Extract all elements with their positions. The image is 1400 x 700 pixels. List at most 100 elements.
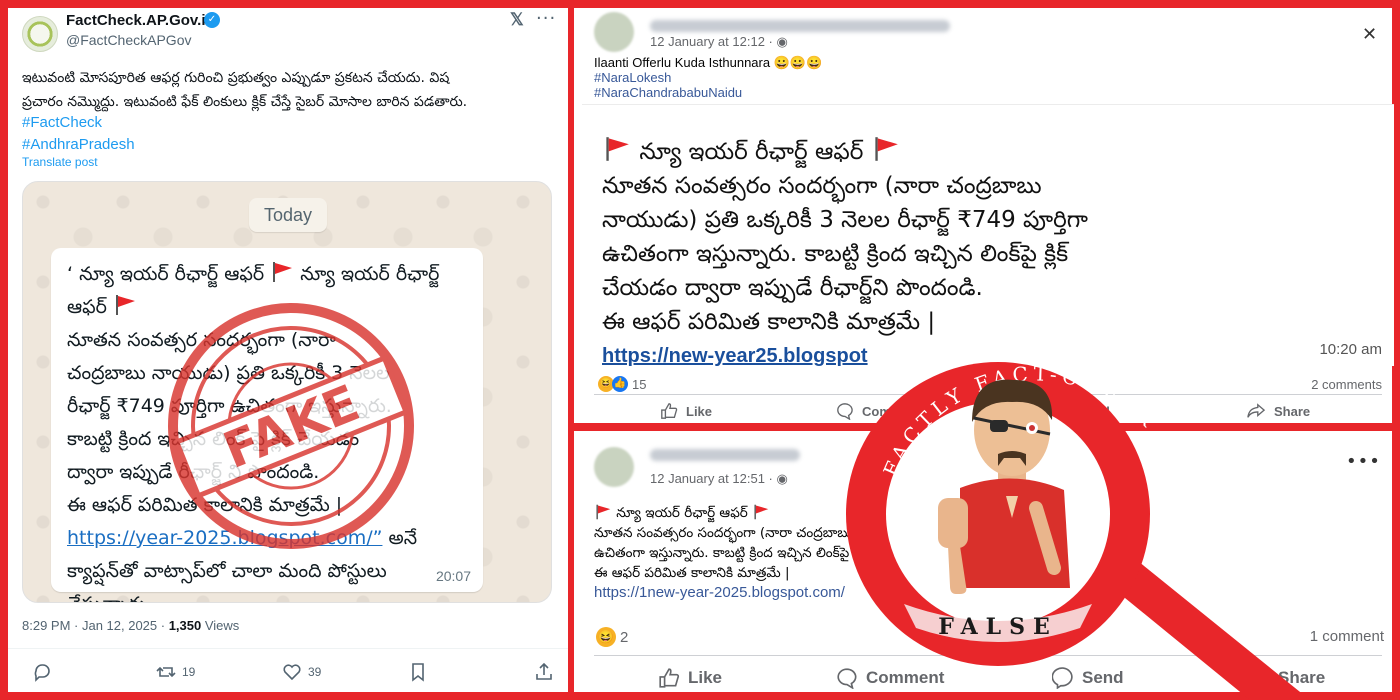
- globe-icon: ◉: [776, 34, 788, 49]
- comments-count[interactable]: 2 comments: [1311, 377, 1382, 392]
- avatar[interactable]: [594, 12, 634, 52]
- post-text-line: ఇటువంటి మోసపూరిత ఆఫర్ల గురించి ప్రభుత్వం…: [22, 70, 450, 86]
- share-arrow-icon: [1247, 403, 1266, 418]
- hashtag-link[interactable]: #FactCheck: [22, 114, 102, 131]
- reply-icon: [34, 664, 50, 682]
- blurred-author-name: [650, 20, 950, 32]
- account-avatar[interactable]: [22, 16, 58, 52]
- reaction-count: 15: [632, 376, 647, 392]
- message-line: రీఛార్జ్ ₹749 పూర్తిగా ఉచితంగా ఇస్తున్నా…: [67, 395, 392, 417]
- post-meta: 8:29 PM · Jan 12, 2025 · 1,350 Views: [22, 618, 239, 633]
- red-flag-icon: [270, 261, 294, 283]
- verified-badge-icon: ✓: [204, 12, 220, 28]
- post-line: ఉచితంగా ఇస్తున్నారు. కాబట్టి క్రింద ఇచ్చ…: [594, 545, 1096, 561]
- haha-reaction-icon: 😆: [596, 627, 616, 647]
- translate-post-link[interactable]: Translate post: [22, 155, 98, 169]
- views-label: Views: [201, 618, 240, 633]
- divider: [594, 655, 1382, 656]
- post-date[interactable]: 12 January at 12:51 · ◉: [650, 471, 788, 487]
- share-button[interactable]: [534, 662, 554, 682]
- like-reaction-icon: 👍: [612, 376, 628, 392]
- message-title-text: ‘ న్యూ ఇయర్ రీఛార్జ్ ఆఫర్: [67, 263, 271, 285]
- post-text: ఇటువంటి మోసపూరిత ఆఫర్ల గురించి ప్రభుత్వం…: [22, 66, 558, 114]
- comments-count[interactable]: 1 comment: [1310, 628, 1384, 645]
- facebook-post: 12 January at 12:12 · ◉ ✕ Ilaanti Offerl…: [574, 8, 1394, 423]
- comment-button[interactable]: Comment: [836, 402, 922, 420]
- x-logo-icon: 𝕏: [510, 10, 524, 29]
- post-image[interactable]: న్యూ ఇయర్ రీఛార్జ్ ఆఫర్ నూతన సంవత్సరం సం…: [582, 104, 1394, 367]
- post-text: న్యూ ఇయర్ రీఛార్జ్ ఆఫర్ నూతన సంవత్సరం సం…: [594, 503, 1354, 603]
- red-flag-icon: [752, 504, 770, 520]
- send-button[interactable]: Send: [1052, 667, 1124, 689]
- account-name[interactable]: FactCheck.AP.Gov.in: [66, 12, 215, 29]
- image-line: నాయుడు) ప్రతి ఒక్కరికీ 3 నెలల రీఛార్జ్ ₹…: [602, 207, 1088, 233]
- post-title: న్యూ ఇయర్ రీఛార్జ్ ఆఫర్: [594, 503, 1354, 523]
- comment-icon: [837, 668, 857, 689]
- share-button[interactable]: Share: [1246, 667, 1325, 689]
- image-line: నూతన సంవత్సరం సందర్భంగా (నారా చంద్రబాబు: [602, 173, 1042, 199]
- reply-button[interactable]: [32, 662, 52, 682]
- share-label: Share: [1274, 403, 1311, 419]
- messenger-icon: [1052, 667, 1073, 689]
- image-time: 10:20 am: [1319, 341, 1382, 358]
- share-button[interactable]: Share: [1246, 402, 1310, 420]
- repost-count: 19: [182, 665, 196, 679]
- more-options-icon[interactable]: •••: [1346, 451, 1381, 472]
- post-date[interactable]: 12 January at 12:12 · ◉: [650, 34, 788, 50]
- post-actions: 19 39: [8, 658, 568, 688]
- thumbs-up-icon: [659, 668, 680, 688]
- share-arrow-icon: [1247, 668, 1270, 687]
- messenger-icon: [1052, 402, 1069, 420]
- image-line: ఈ ఆఫర్ పరిమిత కాలానికి మాత్రమే |: [602, 309, 936, 335]
- red-flag-icon: [113, 294, 137, 316]
- comment-button[interactable]: Comment: [836, 667, 944, 689]
- thumbs-up-icon: [661, 403, 678, 419]
- message-line: నూతన సంవత్సర సందర్భంగా (నారా: [67, 329, 336, 351]
- red-flag-icon: [594, 504, 612, 520]
- hashtag-link[interactable]: #AndhraPradesh: [22, 136, 135, 153]
- repost-button[interactable]: 19: [156, 662, 195, 682]
- post-link[interactable]: https://1new-year-2025.blogspot.com/: [594, 583, 1354, 603]
- hashtag-link[interactable]: #NaraLokesh: [594, 70, 671, 85]
- post-timestamp[interactable]: 8:29 PM · Jan 12, 2025 ·: [22, 618, 169, 633]
- comment-label: Comment: [866, 668, 945, 687]
- image-text: న్యూ ఇయర్ రీఛార్జ్ ఆఫర్ నూతన సంవత్సరం సం…: [602, 135, 1392, 373]
- account-handle[interactable]: @FactCheckAPGov: [66, 32, 191, 48]
- post-date-text: 12 January at 12:51 ·: [650, 471, 777, 486]
- comment-label: Comment: [862, 403, 922, 419]
- collage-frame: FactCheck.AP.Gov.in ✓ @FactCheckAPGov 𝕏 …: [8, 8, 1394, 692]
- reaction-summary[interactable]: 😆 2: [596, 627, 628, 647]
- x-post: FactCheck.AP.Gov.in ✓ @FactCheckAPGov 𝕏 …: [8, 8, 568, 692]
- post-text-line: ప్రచారం నమ్మొద్దు. ఇటువంటి ఫేక్ లింకులు …: [22, 94, 468, 110]
- message-link-suffix: అనే: [382, 527, 418, 549]
- share-icon: [536, 662, 552, 680]
- close-icon[interactable]: ✕: [1362, 24, 1377, 45]
- message-line: ఈ ఆఫర్ పరిమిత కాలానికి మాత్రమే |: [67, 494, 343, 516]
- message-link[interactable]: https://year-2025.blogspot.com/”: [67, 527, 382, 549]
- red-flag-icon: [602, 136, 632, 162]
- message-line: ద్వారా ఇప్పుడే రీఛార్జ్ ని పొందండి.: [67, 461, 320, 483]
- more-options-icon[interactable]: ···: [536, 8, 556, 29]
- bookmark-button[interactable]: [408, 662, 428, 682]
- hashtag-link[interactable]: #NaraChandrababuNaidu: [594, 85, 742, 100]
- like-count: 39: [308, 665, 322, 679]
- reaction-count: 2: [620, 628, 629, 646]
- heart-icon: [283, 664, 301, 681]
- image-link[interactable]: https://new-year25.blogspot: [602, 339, 1392, 373]
- message-line: చంద్రబాబు నాయుడు) ప్రతి ఒక్కరికీ 3 నెలల: [67, 362, 390, 384]
- avatar[interactable]: [594, 447, 634, 487]
- like-button[interactable]: 39: [282, 662, 321, 682]
- blurred-author-name: [650, 449, 800, 461]
- like-button[interactable]: Like: [660, 402, 712, 420]
- send-label: Send: [1078, 403, 1110, 419]
- post-line: నూతన సంవత్సరం సందర్భంగా (నారా చంద్రబాబు …: [594, 525, 1142, 541]
- message-title: ‘ న్యూ ఇయర్ రీఛార్జ్ ఆఫర్ న్యూ ఇయర్ రీఛా…: [67, 258, 479, 324]
- like-button[interactable]: Like: [658, 667, 722, 689]
- send-label: Send: [1082, 668, 1124, 687]
- comment-icon: [837, 403, 853, 420]
- send-button[interactable]: Send: [1052, 402, 1110, 420]
- image-line: చేయడం ద్వారా ఇప్పుడే రీఛార్జ్‌ని పొందండి…: [602, 275, 983, 301]
- reaction-summary[interactable]: 😆 👍 15: [598, 376, 646, 392]
- whatsapp-screenshot-image[interactable]: Today ‘ న్యూ ఇయర్ రీఛార్జ్ ఆఫర్ న్యూ ఇయర…: [22, 181, 552, 603]
- image-line: ఉచితంగా ఇస్తున్నారు. కాబట్టి క్రింద ఇచ్చ…: [602, 241, 1069, 267]
